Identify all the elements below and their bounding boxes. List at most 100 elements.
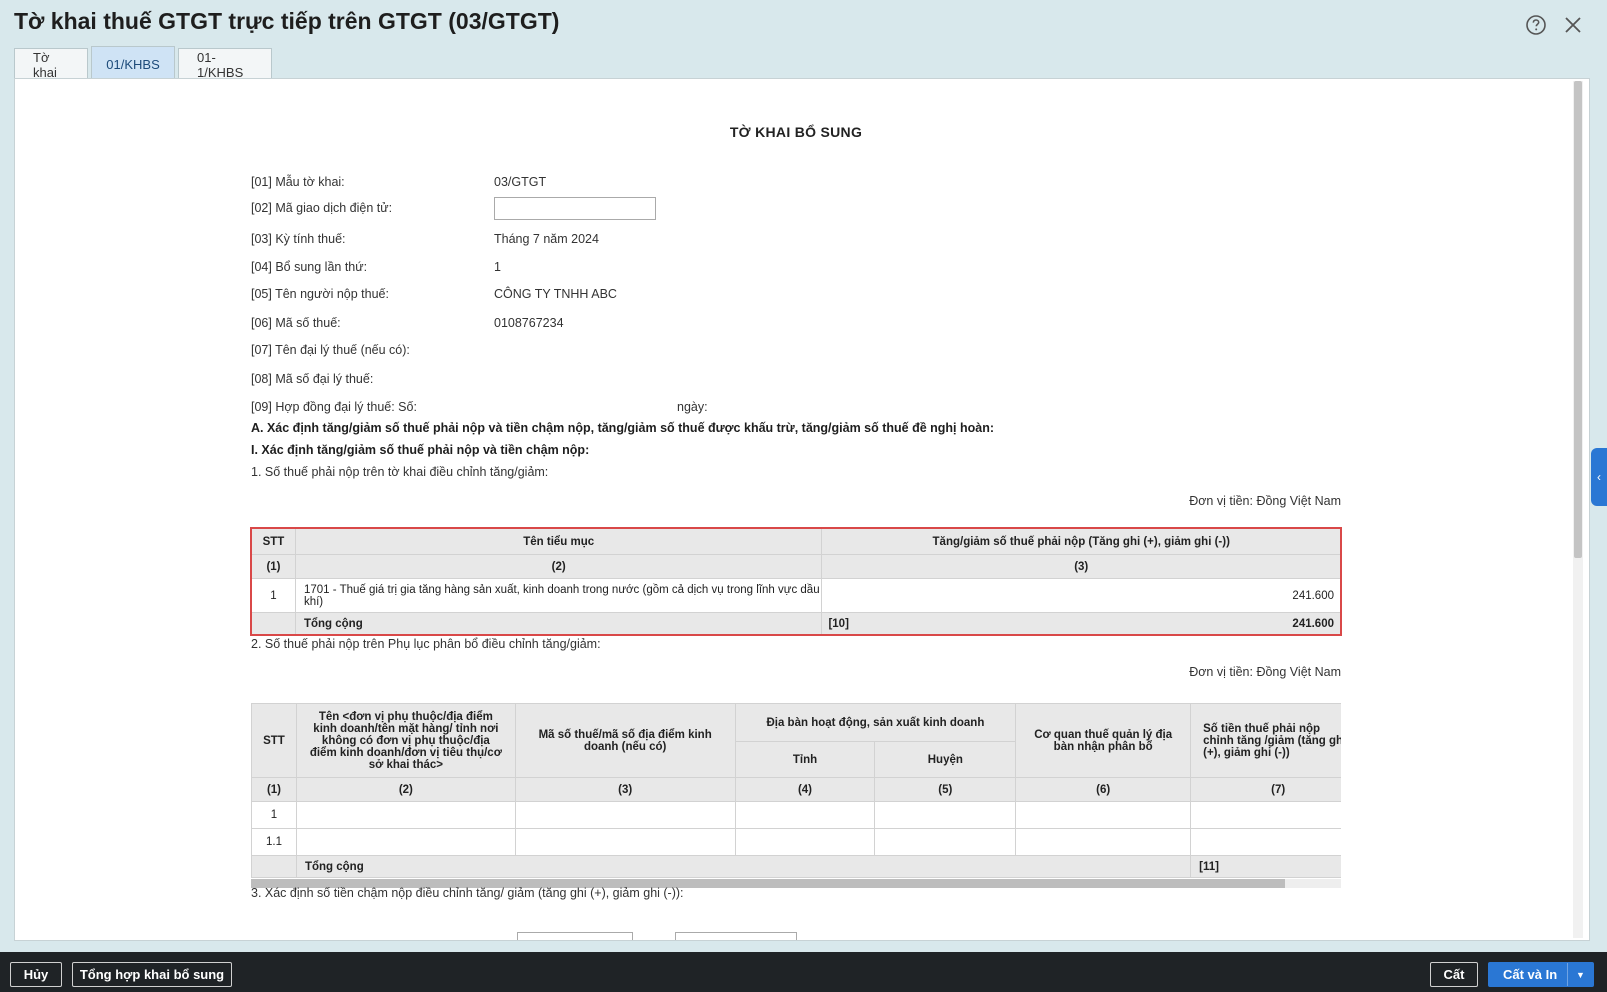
total-cell: [10] 241.600 <box>821 612 1341 635</box>
chevron-left-icon: ‹ <box>1597 470 1601 484</box>
total-code-2: [11] <box>1190 855 1341 878</box>
col-header-stt-2: STT <box>251 703 297 778</box>
total-empty-cell <box>251 855 297 878</box>
field-label-07: [07] Tên đại lý thuế (nếu có): <box>251 343 410 357</box>
col-header-district: Huyện <box>874 741 1017 778</box>
col-num-2-1: (1) <box>251 777 297 802</box>
row-cell[interactable] <box>734 828 876 856</box>
col-header-unit-name: Tên <đơn vị phụ thuộc/địa điểm kinh doan… <box>295 703 516 778</box>
field-value-03: Tháng 7 năm 2024 <box>494 232 599 246</box>
row-cell[interactable] <box>514 801 736 829</box>
col-header-item-name: Tên tiểu mục <box>294 528 823 555</box>
total-empty-cell <box>251 612 296 635</box>
save-and-print-button[interactable]: Cất và In ▼ <box>1488 962 1594 987</box>
col-header-stt: STT <box>251 528 296 555</box>
amount-input-partial[interactable] <box>675 932 797 940</box>
side-panel-toggle[interactable]: ‹ <box>1591 448 1607 506</box>
tab-bar: Tờ khai 01/KHBS 01-1/KHBS <box>14 46 275 82</box>
row-stt: 1 <box>251 801 297 829</box>
dropdown-arrow-icon[interactable]: ▼ <box>1567 963 1593 986</box>
form-title: TỜ KHAI BỔ SUNG <box>729 124 863 140</box>
field-value-05: CÔNG TY TNHH ABC <box>494 287 617 301</box>
row-item-name: 1701 - Thuế giá trị gia tăng hàng sản xu… <box>294 578 823 613</box>
footer-bar: Hủy Tổng hợp khai bổ sung Cất Cất và In … <box>0 952 1607 992</box>
e-transaction-code-input[interactable] <box>494 197 656 220</box>
col-header-tax-change: Tăng/giảm số thuế phải nộp (Tăng ghi (+)… <box>821 528 1341 555</box>
row-cell[interactable] <box>1190 828 1341 856</box>
col-header-area: Địa bàn hoạt động, sản xuất kinh doanh <box>734 703 1017 742</box>
field-label-03: [03] Kỳ tính thuế: <box>251 232 346 246</box>
col-header-tax-agency: Cơ quan thuế quản lý địa bàn nhận phân b… <box>1015 703 1192 778</box>
total-row: Tổng cộng [11] <box>251 855 1341 878</box>
field-value-04: 1 <box>494 260 501 274</box>
col-header-allocated-amount: Số tiền thuế phải nộp chỉnh tăng /giảm (… <box>1190 703 1341 778</box>
table-row: 1.1 <box>251 828 1341 856</box>
col-num-3: (3) <box>821 554 1341 579</box>
col-num-2: (2) <box>294 554 823 579</box>
row-stt: 1.1 <box>251 828 297 856</box>
field-label-05: [05] Tên người nộp thuế: <box>251 287 389 301</box>
row-cell[interactable] <box>295 801 516 829</box>
vertical-scrollbar[interactable] <box>1573 81 1583 938</box>
row-cell[interactable] <box>734 801 876 829</box>
row-cell[interactable] <box>874 801 1017 829</box>
tax-adjustment-table: STT Tên tiểu mục Tăng/giảm số thuế phải … <box>250 527 1342 636</box>
table-row: 1 1701 - Thuế giá trị gia tăng hàng sản … <box>251 578 1341 613</box>
document-panel: TỜ KHAI BỔ SUNG [01] Mẫu tờ khai: 03/GTG… <box>14 78 1590 941</box>
col-num-2-6: (6) <box>1015 777 1192 802</box>
subsection-3-heading: 3. Xác định số tiền chậm nộp điều chỉnh … <box>251 886 684 900</box>
section-a-heading: A. Xác định tăng/giảm số thuế phải nộp v… <box>251 421 995 435</box>
cancel-button[interactable]: Hủy <box>10 962 62 987</box>
col-header-province: Tỉnh <box>734 741 876 778</box>
field-label-08: [08] Mã số đại lý thuế: <box>251 372 374 386</box>
row-cell[interactable] <box>1015 801 1192 829</box>
tab-to-khai[interactable]: Tờ khai <box>14 48 88 80</box>
field-value-01: 03/GTGT <box>494 175 547 189</box>
row-cell[interactable] <box>1190 801 1341 829</box>
currency-unit-label: Đơn vị tiền: Đồng Việt Nam <box>1189 494 1341 508</box>
total-value: 241.600 <box>1292 617 1334 630</box>
subsection-2-heading: 2. Số thuế phải nộp trên Phụ lục phân bổ… <box>251 637 601 651</box>
field-label-09: [09] Hợp đồng đại lý thuế: Số: <box>251 400 417 414</box>
col-header-tax-code: Mã số thuế/mã số địa điểm kinh doanh (nế… <box>514 703 736 778</box>
row-cell[interactable] <box>514 828 736 856</box>
question-circle-icon[interactable] <box>1523 12 1549 38</box>
dialog-title: Tờ khai thuế GTGT trực tiếp trên GTGT (0… <box>14 8 560 34</box>
save-button[interactable]: Cất <box>1430 962 1478 987</box>
total-row: Tổng cộng [10] 241.600 <box>251 612 1341 635</box>
col-num-2-2: (2) <box>295 777 516 802</box>
currency-unit-label-2: Đơn vị tiền: Đồng Việt Nam <box>1189 665 1341 679</box>
field-label-06: [06] Mã số thuế: <box>251 316 341 330</box>
save-and-print-label: Cất và In <box>1503 967 1558 982</box>
col-num-2-3: (3) <box>514 777 736 802</box>
date-input-partial[interactable] <box>517 932 633 940</box>
row-stt: 1 <box>251 578 296 613</box>
col-num-1: (1) <box>251 554 296 579</box>
row-cell[interactable] <box>1015 828 1192 856</box>
dialog-window: Tờ khai thuế GTGT trực tiếp trên GTGT (0… <box>0 0 1607 992</box>
field-label-02: [02] Mã giao dịch điện tử: <box>251 201 393 215</box>
vertical-scrollbar-thumb[interactable] <box>1574 81 1582 558</box>
field-label-04: [04] Bổ sung lần thứ: <box>251 260 368 274</box>
allocation-table-viewport: STT Tên <đơn vị phụ thuộc/địa điểm kinh … <box>251 703 1341 893</box>
row-cell[interactable] <box>874 828 1017 856</box>
field-value-06: 0108767234 <box>494 316 564 330</box>
row-cell[interactable] <box>295 828 516 856</box>
col-num-2-7: (7) <box>1190 777 1341 802</box>
total-code: [10] <box>828 617 849 630</box>
supplement-summary-button[interactable]: Tổng hợp khai bổ sung <box>72 962 232 987</box>
row-tax-change-value[interactable]: 241.600 <box>821 578 1341 613</box>
tab-01-1-khbs[interactable]: 01-1/KHBS <box>178 48 272 80</box>
section-i-heading: I. Xác định tăng/giảm số thuế phải nộp v… <box>251 443 590 457</box>
total-label: Tổng cộng <box>294 612 823 635</box>
tab-01-khbs[interactable]: 01/KHBS <box>91 46 175 82</box>
subsection-1-heading: 1. Số thuế phải nộp trên tờ khai điều ch… <box>251 465 549 479</box>
total-label-2: Tổng cộng <box>295 855 1192 878</box>
close-icon[interactable] <box>1560 12 1586 38</box>
contract-date-label: ngày: <box>677 400 708 414</box>
field-label-01: [01] Mẫu tờ khai: <box>251 175 345 189</box>
col-num-2-4: (4) <box>734 777 876 802</box>
allocation-table: STT Tên <đơn vị phụ thuộc/địa điểm kinh … <box>251 703 1341 878</box>
table-row: 1 <box>251 801 1341 829</box>
col-num-2-5: (5) <box>874 777 1017 802</box>
